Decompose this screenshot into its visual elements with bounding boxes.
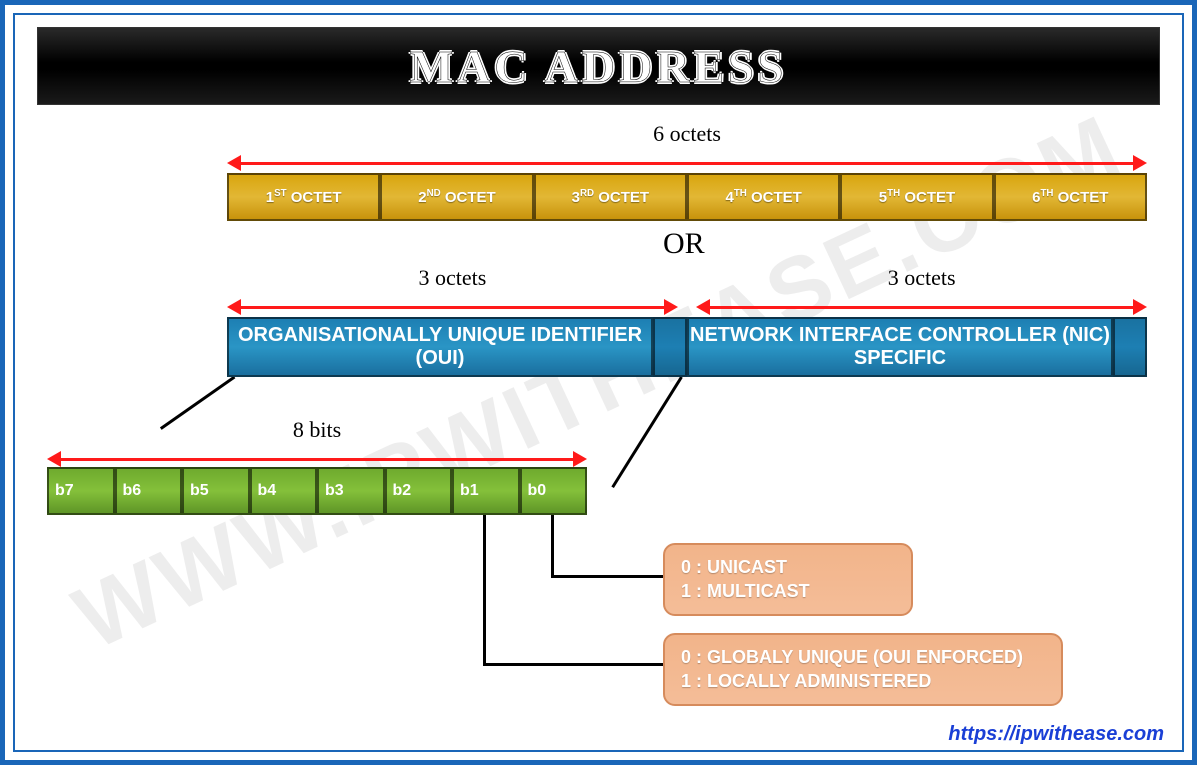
octet-cell-3: 3RD OCTET	[534, 173, 687, 221]
callout-b0-line1: 1 : MULTICAST	[681, 579, 895, 603]
conn-b0-v	[551, 515, 554, 577]
or-text: OR	[663, 227, 705, 261]
conn-b1-h	[483, 663, 665, 666]
diagram-inner-frame: WWW.IPWITHEASE.COM MAC ADDRESS 6 octets …	[13, 13, 1184, 752]
bit-b3: b3	[317, 467, 385, 515]
nic-label: NETWORK INTERFACE CONTROLLER (NIC) SPECI…	[689, 324, 1111, 370]
bit-b2: b2	[385, 467, 453, 515]
conn-b1-v	[483, 515, 486, 665]
title-banner: MAC ADDRESS	[37, 27, 1160, 105]
conn-b0-h	[551, 575, 665, 578]
nic-sep-1	[1113, 317, 1147, 377]
label-6-octets: 6 octets	[227, 121, 1147, 147]
octet-cell-6: 6TH OCTET	[994, 173, 1147, 221]
bit-b4: b4	[250, 467, 318, 515]
bit-b5: b5	[182, 467, 250, 515]
nic-half: NETWORK INTERFACE CONTROLLER (NIC) SPECI…	[687, 317, 1113, 377]
octet-cell-2: 2ND OCTET	[380, 173, 533, 221]
callout-b0: 0 : UNICAST 1 : MULTICAST	[663, 543, 913, 616]
octet-cell-5: 5TH OCTET	[840, 173, 993, 221]
oui-label: ORGANISATIONALLY UNIQUE IDENTIFIER (OUI)	[229, 324, 651, 370]
expand-line-right	[611, 376, 682, 488]
diagram-outer-frame: WWW.IPWITHEASE.COM MAC ADDRESS 6 octets …	[0, 0, 1197, 765]
callout-b0-line0: 0 : UNICAST	[681, 555, 895, 579]
octet-cell-1: 1ST OCTET	[227, 173, 380, 221]
label-left-3-octets: 3 octets	[227, 265, 678, 291]
callout-b1-line1: 1 : LOCALLY ADMINISTERED	[681, 669, 1045, 693]
oui-sep-1	[653, 317, 687, 377]
oui-half: ORGANISATIONALLY UNIQUE IDENTIFIER (OUI)	[227, 317, 653, 377]
octet-cell-4: 4TH OCTET	[687, 173, 840, 221]
callout-b1: 0 : GLOBALY UNIQUE (OUI ENFORCED) 1 : LO…	[663, 633, 1063, 706]
callout-b1-line0: 0 : GLOBALY UNIQUE (OUI ENFORCED)	[681, 645, 1045, 669]
label-right-3-octets: 3 octets	[696, 265, 1147, 291]
title-text: MAC ADDRESS	[410, 40, 788, 93]
oui-nic-row: ORGANISATIONALLY UNIQUE IDENTIFIER (OUI)…	[227, 317, 1147, 377]
bit-b0: b0	[520, 467, 588, 515]
footer-url[interactable]: https://ipwithease.com	[948, 723, 1164, 746]
bit-b7: b7	[47, 467, 115, 515]
octets-row: 1ST OCTET 2ND OCTET 3RD OCTET 4TH OCTET …	[227, 173, 1147, 221]
bit-b6: b6	[115, 467, 183, 515]
bits-row: b7 b6 b5 b4 b3 b2 b1 b0	[47, 467, 587, 515]
label-8-bits: 8 bits	[47, 417, 587, 443]
bit-b1: b1	[452, 467, 520, 515]
